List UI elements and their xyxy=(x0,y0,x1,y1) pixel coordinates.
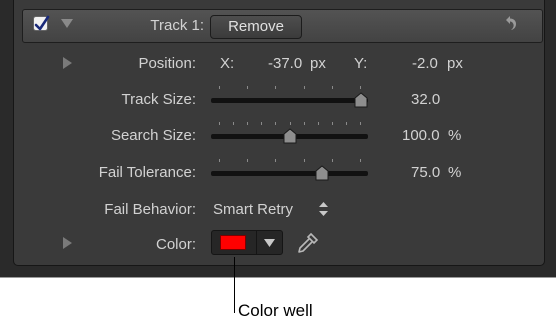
callout-line xyxy=(234,257,235,313)
slider-tick xyxy=(219,159,220,162)
slider-tick xyxy=(290,122,291,125)
color-swatch[interactable] xyxy=(220,235,246,250)
slider-tick xyxy=(318,122,319,125)
slider-tick xyxy=(360,122,361,125)
slider-tick xyxy=(247,159,248,162)
fail-behavior-popup[interactable]: Smart Retry xyxy=(213,201,293,218)
slider-tick xyxy=(360,159,361,162)
color-disclosure-triangle-icon[interactable] xyxy=(63,237,73,249)
slider-tick xyxy=(247,86,248,89)
position-x-unit: px xyxy=(310,55,326,72)
remove-button[interactable]: Remove xyxy=(210,15,302,39)
position-x-label: X: xyxy=(220,55,235,72)
dropdown-arrow-icon[interactable] xyxy=(264,239,275,247)
track-disclosure-triangle-icon[interactable] xyxy=(61,19,73,29)
track-size-ticks xyxy=(211,86,368,90)
slider-tick xyxy=(304,122,305,125)
track-enable-checkbox[interactable] xyxy=(33,15,50,31)
position-disclosure-triangle-icon[interactable] xyxy=(63,57,73,69)
search-size-value[interactable]: 100.0 xyxy=(402,127,440,144)
callout-label: Color well xyxy=(238,301,313,320)
slider-tick xyxy=(219,122,220,125)
position-y-value[interactable]: -2.0 xyxy=(412,55,438,72)
eyedropper-icon[interactable] xyxy=(296,231,320,255)
position-y-label: Y: xyxy=(354,55,368,72)
slider-tick xyxy=(219,86,220,89)
fail-tolerance-value[interactable]: 75.0 xyxy=(411,164,440,181)
color-label: Color: xyxy=(155,236,196,253)
popup-arrows-icon[interactable] xyxy=(319,202,328,216)
slider-tick xyxy=(332,86,333,89)
slider-tick xyxy=(346,122,347,125)
slider-tick xyxy=(275,159,276,162)
slider-tick xyxy=(275,86,276,89)
fail-tolerance-slider-knob-icon[interactable] xyxy=(315,165,329,181)
track-inspector-panel: Track 1: Remove Position: X: -37.0 px Y:… xyxy=(0,0,556,278)
checkmark-icon xyxy=(34,15,50,31)
track-size-slider[interactable] xyxy=(211,98,368,103)
slider-tick xyxy=(304,159,305,162)
slider-tick xyxy=(304,86,305,89)
slider-tick xyxy=(247,122,248,125)
slider-tick xyxy=(233,122,234,125)
slider-tick xyxy=(360,86,361,89)
track-title-label: Track 1: xyxy=(150,17,204,34)
slider-tick xyxy=(261,122,262,125)
position-y-unit: px xyxy=(447,55,463,72)
track-size-label: Track Size: xyxy=(121,91,196,108)
fail-tolerance-ticks xyxy=(211,159,368,163)
search-size-slider-knob-icon[interactable] xyxy=(283,128,297,144)
track-size-value[interactable]: 32.0 xyxy=(411,91,440,108)
color-well[interactable] xyxy=(211,230,283,255)
reset-arrow-icon[interactable] xyxy=(502,14,520,32)
position-x-value[interactable]: -37.0 xyxy=(268,55,302,72)
slider-tick xyxy=(332,122,333,125)
color-well-divider xyxy=(256,231,257,254)
position-label: Position: xyxy=(138,55,196,72)
fail-tolerance-label: Fail Tolerance: xyxy=(98,164,196,181)
slider-tick xyxy=(332,159,333,162)
search-size-ticks xyxy=(211,122,368,126)
fail-behavior-label: Fail Behavior: xyxy=(104,201,196,218)
fail-tolerance-unit: % xyxy=(448,164,462,181)
fail-tolerance-slider[interactable] xyxy=(211,171,368,176)
slider-tick xyxy=(275,122,276,125)
search-size-unit: % xyxy=(448,127,462,144)
track-size-slider-knob-icon[interactable] xyxy=(354,92,368,108)
search-size-label: Search Size: xyxy=(110,127,196,144)
